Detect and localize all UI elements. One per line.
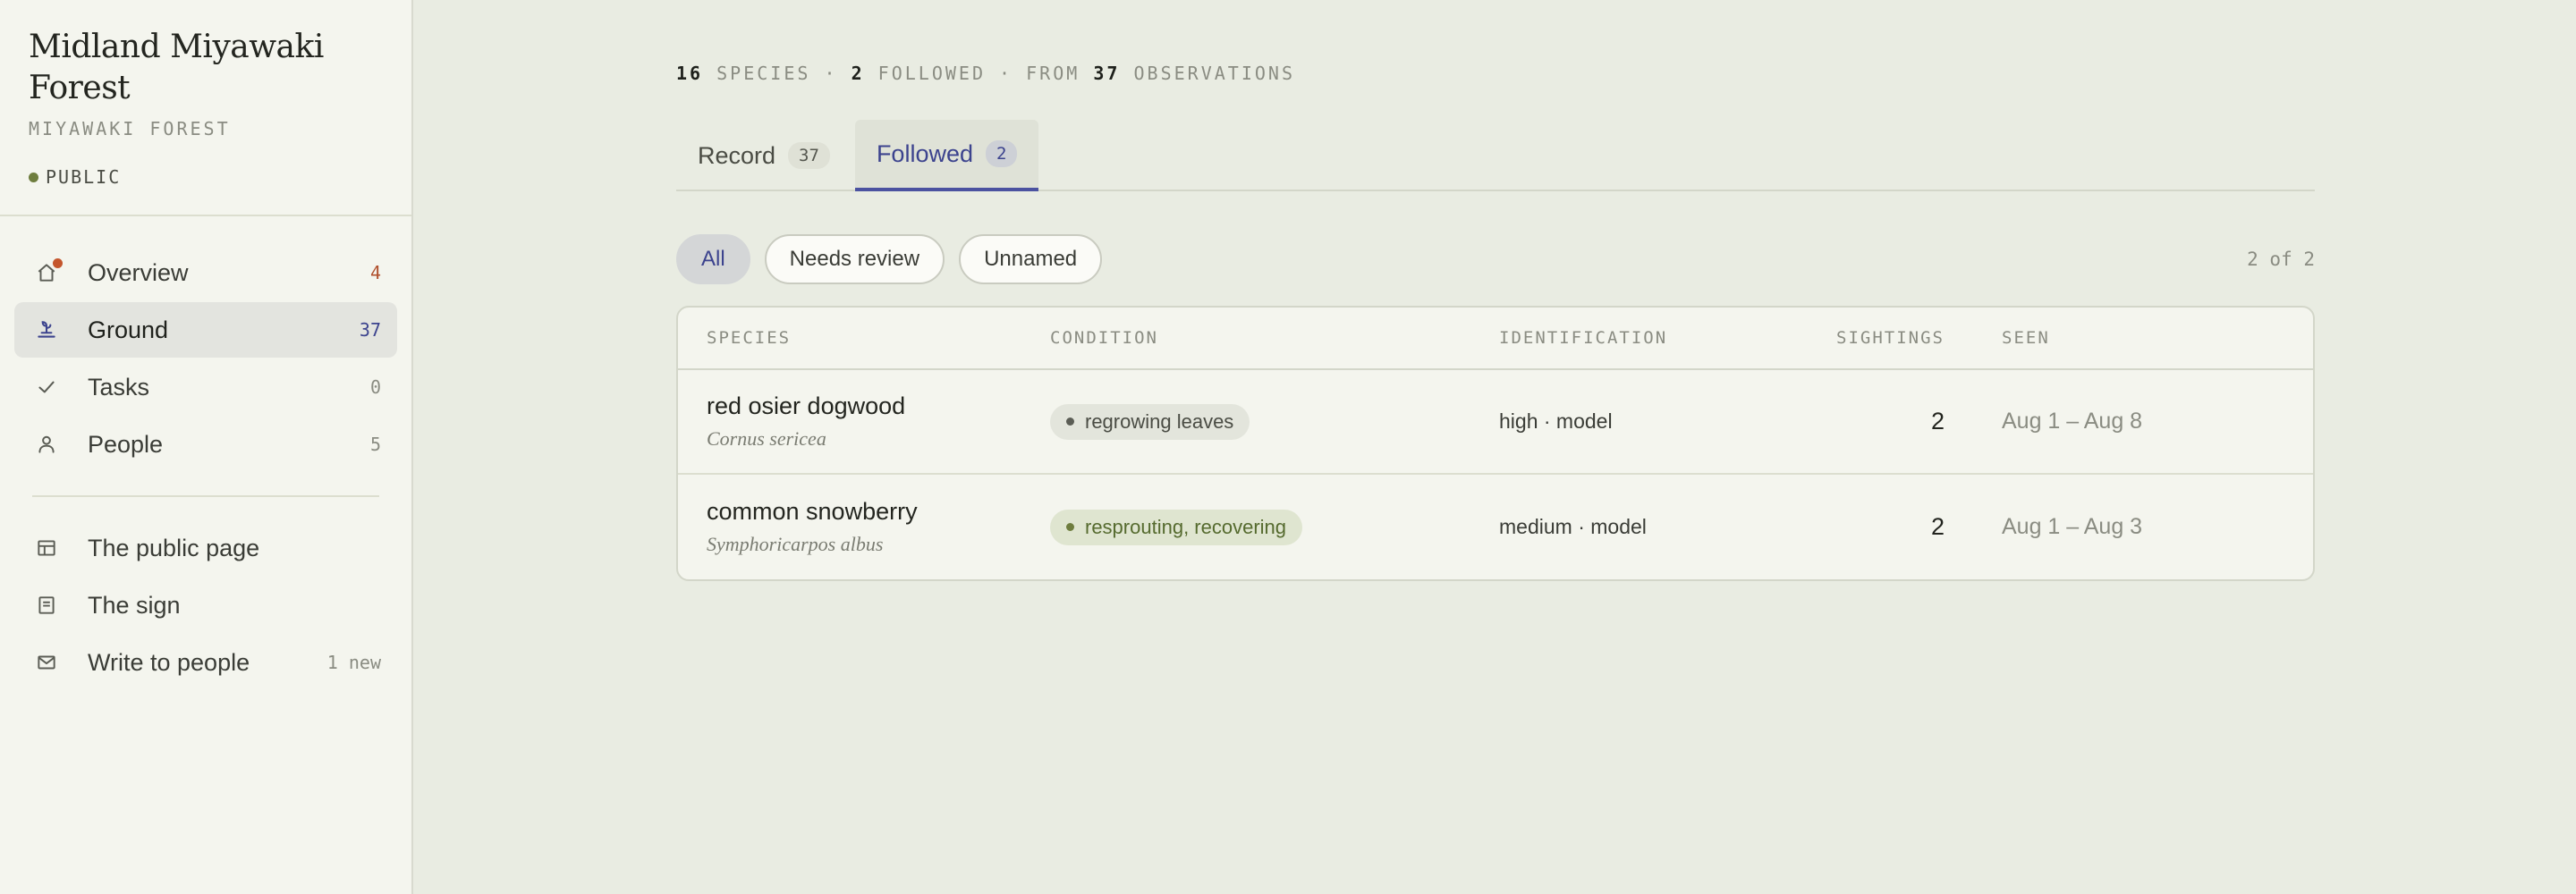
tab-count-badge: 2	[986, 140, 1018, 167]
sidebar-item-tasks[interactable]: Tasks 0	[14, 359, 397, 415]
column-header-condition[interactable]: CONDITION	[1050, 328, 1499, 348]
site-type: MIYAWAKI FOREST	[29, 118, 231, 139]
species-table: SPECIES CONDITION IDENTIFICATION SIGHTIN…	[676, 306, 2315, 581]
home-icon	[34, 258, 63, 285]
plant-icon	[34, 317, 59, 342]
observations-label: OBSERVATIONS	[1133, 63, 1295, 84]
observations-count: 37	[1093, 63, 1121, 84]
species-scientific-name: Cornus sericea	[707, 427, 826, 450]
visibility-label: PUBLIC	[46, 166, 122, 188]
species-label: SPECIES	[716, 63, 811, 84]
condition-cell: resprouting, recovering	[1050, 509, 1499, 545]
condition-cell: regrowing leaves	[1050, 403, 1499, 440]
seen-cell: Aug 1 – Aug 3	[2002, 514, 2143, 539]
condition-badge: resprouting, recovering	[1050, 509, 1303, 545]
separator: ·	[824, 63, 838, 84]
check-icon	[34, 375, 59, 400]
sidebar-item-people[interactable]: People 5	[14, 417, 397, 472]
layout-icon	[34, 536, 59, 561]
species-cell: common snowberry Symphoricarpos albus	[678, 498, 1050, 556]
result-count: 2 of 2	[2247, 249, 2315, 270]
sign-icon	[34, 593, 59, 618]
sidebar-item-count: 5	[369, 434, 381, 455]
identification-cell: medium · model	[1499, 515, 1647, 538]
sidebar-item-write[interactable]: Write to people 1 new	[14, 635, 397, 690]
filter-unnamed[interactable]: Unnamed	[959, 234, 1103, 284]
sidebar-item-label: The sign	[88, 591, 181, 619]
sidebar-item-label: Ground	[88, 316, 169, 343]
followed-label: FOLLOWED	[877, 63, 986, 84]
tab-bar: Record 37 Followed 2	[676, 120, 2315, 191]
sightings-cell: 2	[1930, 408, 1945, 434]
species-cell: red osier dogwood Cornus sericea	[678, 392, 1050, 451]
tab-label: Record	[698, 141, 776, 169]
sidebar-item-public-page[interactable]: The public page	[14, 520, 397, 576]
seen-cell: Aug 1 – Aug 8	[2002, 409, 2143, 434]
sidebar-item-label: Overview	[88, 258, 189, 286]
public-status-dot	[29, 172, 38, 182]
column-header-identification[interactable]: IDENTIFICATION	[1499, 328, 1830, 348]
sidebar-nav: Overview 4 Ground 37 Tasks 0 People 5 Th…	[0, 216, 411, 690]
table-row[interactable]: common snowberry Symphoricarpos albus re…	[678, 475, 2313, 579]
site-title: Midland Miyawaki Forest	[29, 29, 324, 106]
nav-divider	[32, 495, 379, 497]
followed-count: 2	[851, 63, 865, 84]
column-header-sightings[interactable]: SIGHTINGS	[1830, 328, 1945, 348]
condition-label: resprouting, recovering	[1085, 515, 1287, 538]
species-count: 16	[676, 63, 704, 84]
separator: ·	[999, 63, 1013, 84]
sidebar-item-label: Write to people	[88, 648, 250, 676]
condition-dot	[1066, 523, 1074, 531]
person-icon	[34, 432, 59, 457]
tab-label: Followed	[876, 139, 973, 167]
tab-record[interactable]: Record 37	[676, 120, 852, 191]
sidebar-item-ground[interactable]: Ground 37	[14, 302, 397, 358]
sightings-cell: 2	[1930, 513, 1945, 540]
notification-dot	[53, 258, 63, 268]
identification-cell: high · model	[1499, 409, 1613, 433]
filter-needs-review[interactable]: Needs review	[764, 234, 945, 284]
species-scientific-name: Symphoricarpos albus	[707, 533, 884, 555]
species-common-name: common snowberry	[707, 498, 918, 525]
sidebar-item-count: 1 new	[326, 652, 381, 673]
table-row[interactable]: red osier dogwood Cornus sericea regrowi…	[678, 370, 2313, 475]
sidebar-item-sign[interactable]: The sign	[14, 578, 397, 633]
sidebar-item-label: The public page	[88, 534, 260, 561]
filter-all[interactable]: All	[676, 234, 750, 284]
table-header: SPECIES CONDITION IDENTIFICATION SIGHTIN…	[678, 308, 2313, 370]
mail-icon	[34, 650, 59, 675]
sidebar-item-count: 4	[369, 262, 381, 283]
summary-stats: 16 SPECIES · 2 FOLLOWED · FROM 37 OBSERV…	[676, 63, 1295, 84]
sidebar-item-label: Tasks	[88, 373, 150, 401]
sidebar-item-label: People	[88, 430, 164, 458]
condition-label: regrowing leaves	[1085, 409, 1234, 433]
sidebar-item-count: 0	[369, 376, 381, 398]
condition-dot	[1066, 417, 1074, 426]
tab-count-badge: 37	[788, 142, 830, 169]
species-common-name: red osier dogwood	[707, 392, 906, 419]
tab-followed[interactable]: Followed 2	[854, 120, 1039, 191]
sidebar-item-overview[interactable]: Overview 4	[14, 245, 397, 300]
column-header-seen[interactable]: SEEN	[1945, 328, 2313, 348]
site-header: Midland Miyawaki Forest MIYAWAKI FOREST …	[0, 0, 411, 216]
condition-badge: regrowing leaves	[1050, 403, 1250, 440]
sidebar-item-count: 37	[359, 319, 381, 341]
from-label: FROM	[1026, 63, 1080, 84]
sidebar: Midland Miyawaki Forest MIYAWAKI FOREST …	[0, 0, 413, 894]
filter-chips: All Needs review Unnamed	[676, 234, 1103, 284]
column-header-species[interactable]: SPECIES	[678, 328, 1050, 348]
visibility-status: PUBLIC	[29, 166, 383, 188]
